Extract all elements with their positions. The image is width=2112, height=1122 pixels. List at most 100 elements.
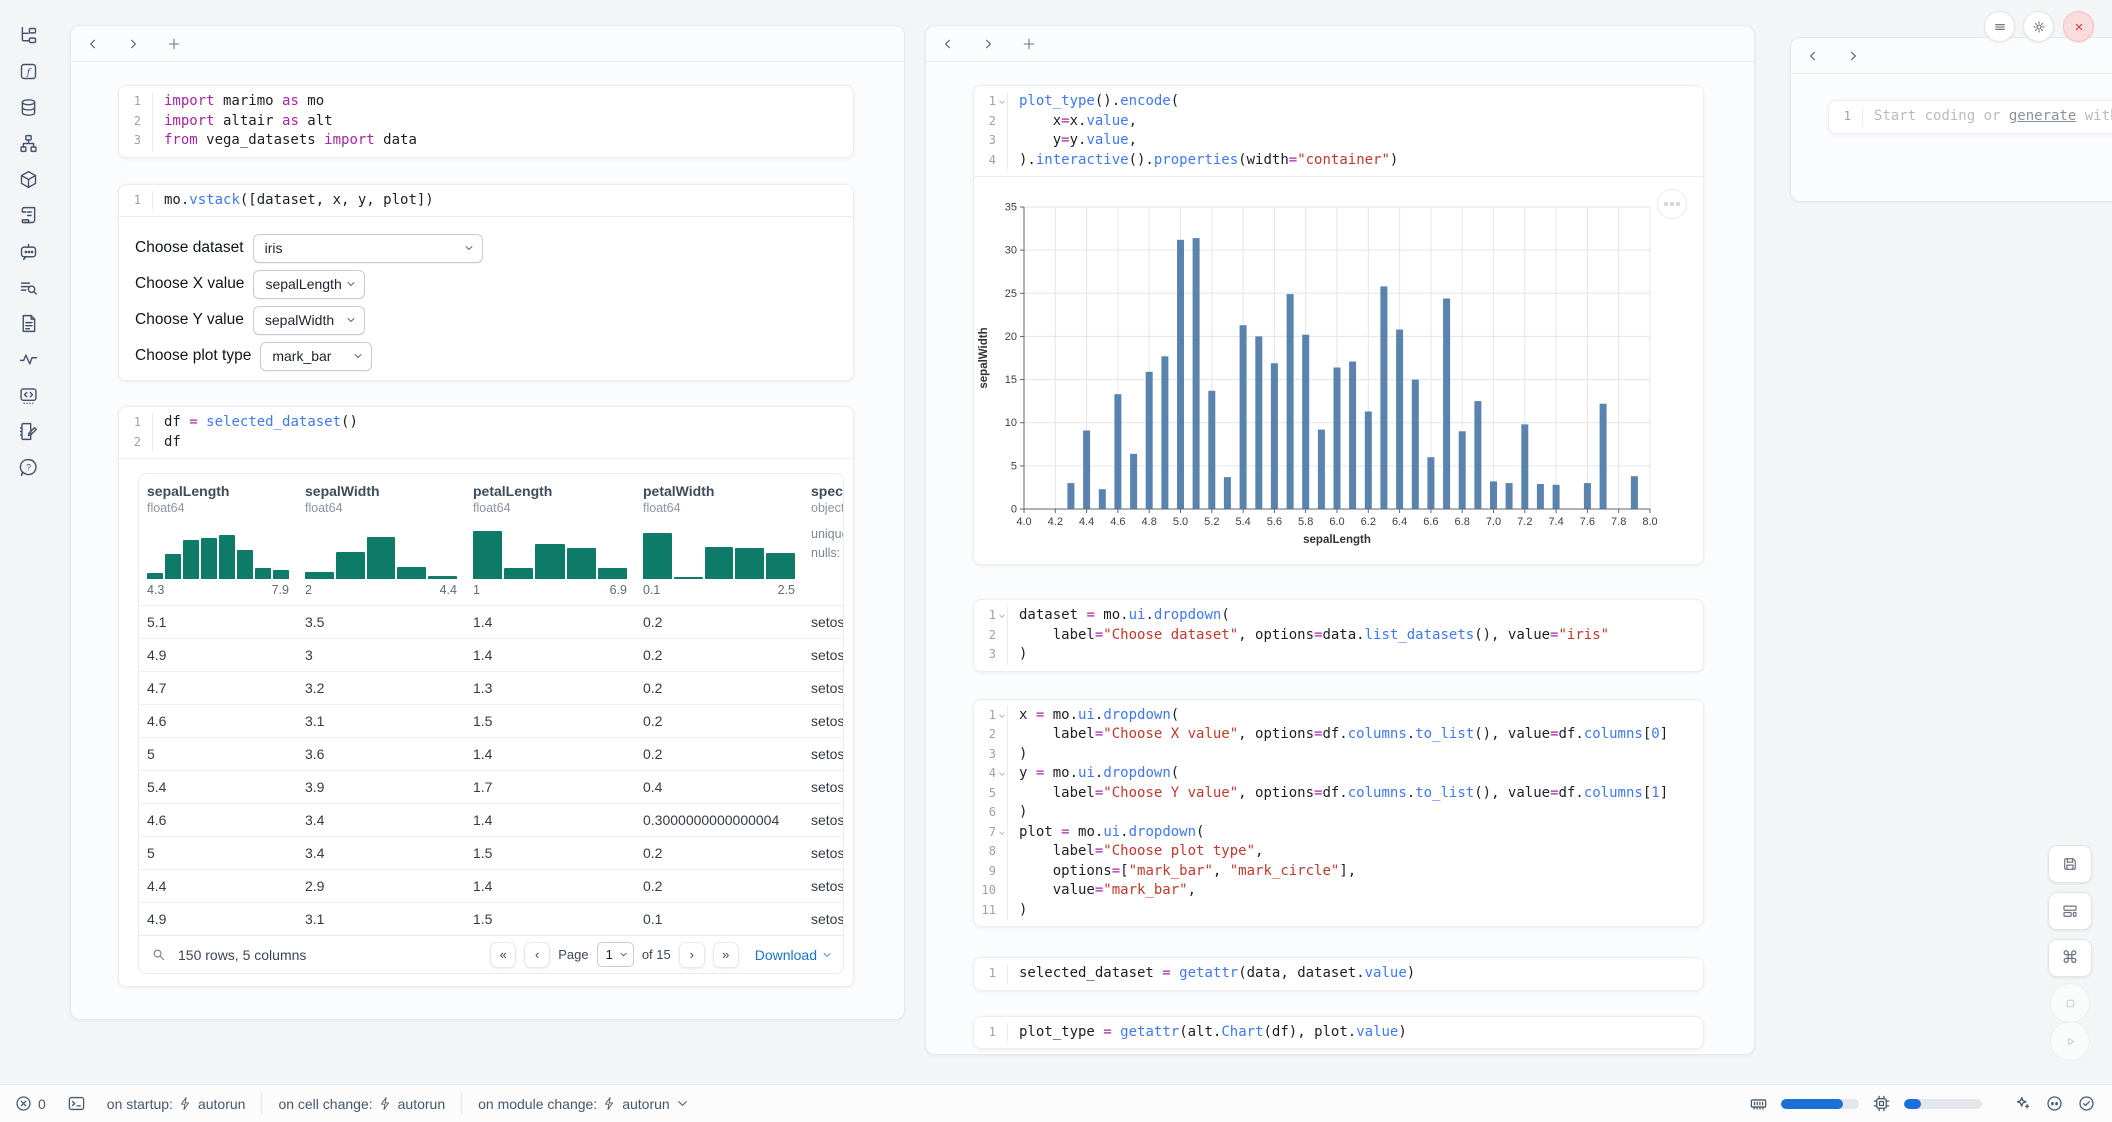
code-editor[interactable]: 1plot_type = getattr(alt.Chart(df), plot…: [974, 1017, 1703, 1049]
code-line[interactable]: 11): [974, 901, 1703, 921]
code-line[interactable]: 6): [974, 803, 1703, 823]
code-line[interactable]: 1plot_type = getattr(alt.Chart(df), plot…: [974, 1023, 1703, 1043]
code-line[interactable]: 9 options=["mark_bar", "mark_circle"],: [974, 862, 1703, 882]
save-button[interactable]: [2048, 845, 2092, 883]
table-row[interactable]: 5.43.91.70.4setosa: [139, 770, 843, 803]
table-row[interactable]: 4.63.41.40.3000000000000004setosa: [139, 803, 843, 836]
chart-menu-button[interactable]: [1657, 189, 1687, 219]
code-line[interactable]: 3 y=y.value,: [974, 131, 1703, 151]
last-page-button[interactable]: »: [713, 942, 739, 968]
sidebar-item-activity[interactable]: [10, 341, 46, 377]
add-cell-button[interactable]: [166, 36, 182, 52]
generate-with-ai-link[interactable]: generate: [2009, 108, 2076, 124]
dropdown-2[interactable]: sepalWidth: [253, 306, 365, 335]
code-line[interactable]: 3from vega_datasets import data: [119, 131, 853, 151]
code-line[interactable]: 8 label="Choose plot type",: [974, 842, 1703, 862]
table-row[interactable]: 4.931.40.2setosa: [139, 638, 843, 671]
code-line[interactable]: 1import marimo as mo: [119, 92, 853, 112]
code-editor[interactable]: 1import marimo as mo2import altair as al…: [119, 86, 853, 157]
fold-icon[interactable]: [998, 770, 1006, 778]
column-header[interactable]: petalWidthfloat640.12.5: [643, 483, 811, 605]
sidebar-item-search-logs[interactable]: [10, 269, 46, 305]
code-line[interactable]: 4y = mo.ui.dropdown(: [974, 764, 1703, 784]
error-count-badge[interactable]: 0: [14, 1094, 46, 1113]
code-editor[interactable]: 1plot_type().encode(2 x=x.value,3 y=y.va…: [974, 86, 1703, 176]
collapse-left-icon[interactable]: [941, 37, 955, 51]
collapse-right-icon[interactable]: [126, 37, 140, 51]
code-line[interactable]: 10 value="mark_bar",: [974, 881, 1703, 901]
code-placeholder[interactable]: Start coding or generate with AI: [1863, 107, 2112, 127]
fold-icon[interactable]: [998, 829, 1006, 837]
table-row[interactable]: 4.73.21.30.2setosa: [139, 671, 843, 704]
table-row[interactable]: 5.13.51.40.2setosa: [139, 605, 843, 638]
fold-icon[interactable]: [998, 98, 1006, 106]
column-header[interactable]: sepalLengthfloat644.37.9: [147, 483, 305, 605]
code-line[interactable]: 7plot = mo.ui.dropdown(: [974, 823, 1703, 843]
code-editor[interactable]: 1df = selected_dataset()2df: [119, 407, 853, 458]
sidebar-item-script[interactable]: [10, 197, 46, 233]
fold-icon[interactable]: [998, 612, 1006, 620]
run-button[interactable]: [2050, 1021, 2090, 1061]
code-line[interactable]: 2df: [119, 433, 853, 453]
column-header[interactable]: speciesobjectunique:nulls:: [811, 483, 843, 605]
sidebar-item-help[interactable]: ?: [10, 449, 46, 485]
code-line[interactable]: 1x = mo.ui.dropdown(: [974, 706, 1703, 726]
next-page-button[interactable]: ›: [679, 942, 705, 968]
sepal-bar-chart[interactable]: 4.04.24.44.64.85.05.25.45.65.86.06.26.46…: [974, 183, 1704, 555]
download-button[interactable]: Download: [755, 947, 833, 963]
code-line[interactable]: 3): [974, 645, 1703, 665]
runtime-config-item[interactable]: on module change:autorun: [478, 1096, 690, 1112]
code-line[interactable]: 2import altair as alt: [119, 112, 853, 132]
sidebar-item-flow[interactable]: [10, 125, 46, 161]
ai-sparkles-icon[interactable]: [2013, 1094, 2032, 1113]
copilot-icon[interactable]: [2045, 1094, 2064, 1113]
terminal-icon[interactable]: [67, 1094, 86, 1113]
sidebar-item-function[interactable]: f: [10, 53, 46, 89]
dropdown-1[interactable]: sepalLength: [253, 270, 365, 299]
search-icon[interactable]: [151, 947, 166, 962]
sidebar-item-scratchpad[interactable]: [10, 413, 46, 449]
keyboard-shortcuts-button[interactable]: ⌘: [2048, 939, 2092, 977]
code-line[interactable]: 1df = selected_dataset(): [119, 413, 853, 433]
settings-button[interactable]: [2023, 11, 2054, 42]
code-editor[interactable]: 1x = mo.ui.dropdown(2 label="Choose X va…: [974, 700, 1703, 927]
code-line[interactable]: 2 x=x.value,: [974, 112, 1703, 132]
column-header[interactable]: sepalWidthfloat6424.4: [305, 483, 473, 605]
code-line[interactable]: 1dataset = mo.ui.dropdown(: [974, 606, 1703, 626]
collapse-left-icon[interactable]: [1806, 49, 1820, 63]
table-row[interactable]: 4.63.11.50.2setosa: [139, 704, 843, 737]
column-header[interactable]: petalLengthfloat6416.9: [473, 483, 643, 605]
stop-button[interactable]: [2050, 983, 2090, 1023]
code-editor[interactable]: 1dataset = mo.ui.dropdown(2 label="Choos…: [974, 600, 1703, 671]
code-editor[interactable]: 1selected_dataset = getattr(data, datase…: [974, 958, 1703, 990]
sidebar-item-document[interactable]: [10, 305, 46, 341]
sidebar-item-file-tree[interactable]: [10, 17, 46, 53]
collapse-right-icon[interactable]: [1846, 49, 1860, 63]
table-row[interactable]: 53.41.50.2setosa: [139, 836, 843, 869]
sidebar-item-code-snippet[interactable]: [10, 377, 46, 413]
code-line[interactable]: 1mo.vstack([dataset, x, y, plot]): [119, 191, 853, 211]
prev-page-button[interactable]: ‹: [524, 942, 550, 968]
page-select[interactable]: 1: [597, 942, 634, 967]
code-line[interactable]: 3): [974, 745, 1703, 765]
close-button[interactable]: [2063, 11, 2094, 42]
add-cell-button[interactable]: [1021, 36, 1037, 52]
collapse-left-icon[interactable]: [86, 37, 100, 51]
first-page-button[interactable]: «: [490, 942, 516, 968]
runtime-config-item[interactable]: on startup:autorun: [107, 1096, 246, 1112]
collapse-right-icon[interactable]: [981, 37, 995, 51]
runtime-config-item[interactable]: on cell change:autorun: [278, 1096, 445, 1112]
code-line[interactable]: 2 label="Choose X value", options=df.col…: [974, 725, 1703, 745]
layout-button[interactable]: [2048, 892, 2092, 930]
table-row[interactable]: 4.93.11.50.1setosa: [139, 902, 843, 935]
dropdown-3[interactable]: mark_bar: [260, 342, 372, 371]
dropdown-0[interactable]: iris: [253, 234, 483, 263]
sidebar-item-chatbot[interactable]: [10, 233, 46, 269]
code-line[interactable]: 1selected_dataset = getattr(data, datase…: [974, 964, 1703, 984]
code-line[interactable]: 2 label="Choose dataset", options=data.l…: [974, 626, 1703, 646]
connection-status-icon[interactable]: [2077, 1094, 2096, 1113]
code-editor[interactable]: 1mo.vstack([dataset, x, y, plot]): [119, 185, 853, 217]
table-row[interactable]: 4.42.91.40.2setosa: [139, 869, 843, 902]
code-line[interactable]: 1plot_type().encode(: [974, 92, 1703, 112]
sidebar-item-database[interactable]: [10, 89, 46, 125]
